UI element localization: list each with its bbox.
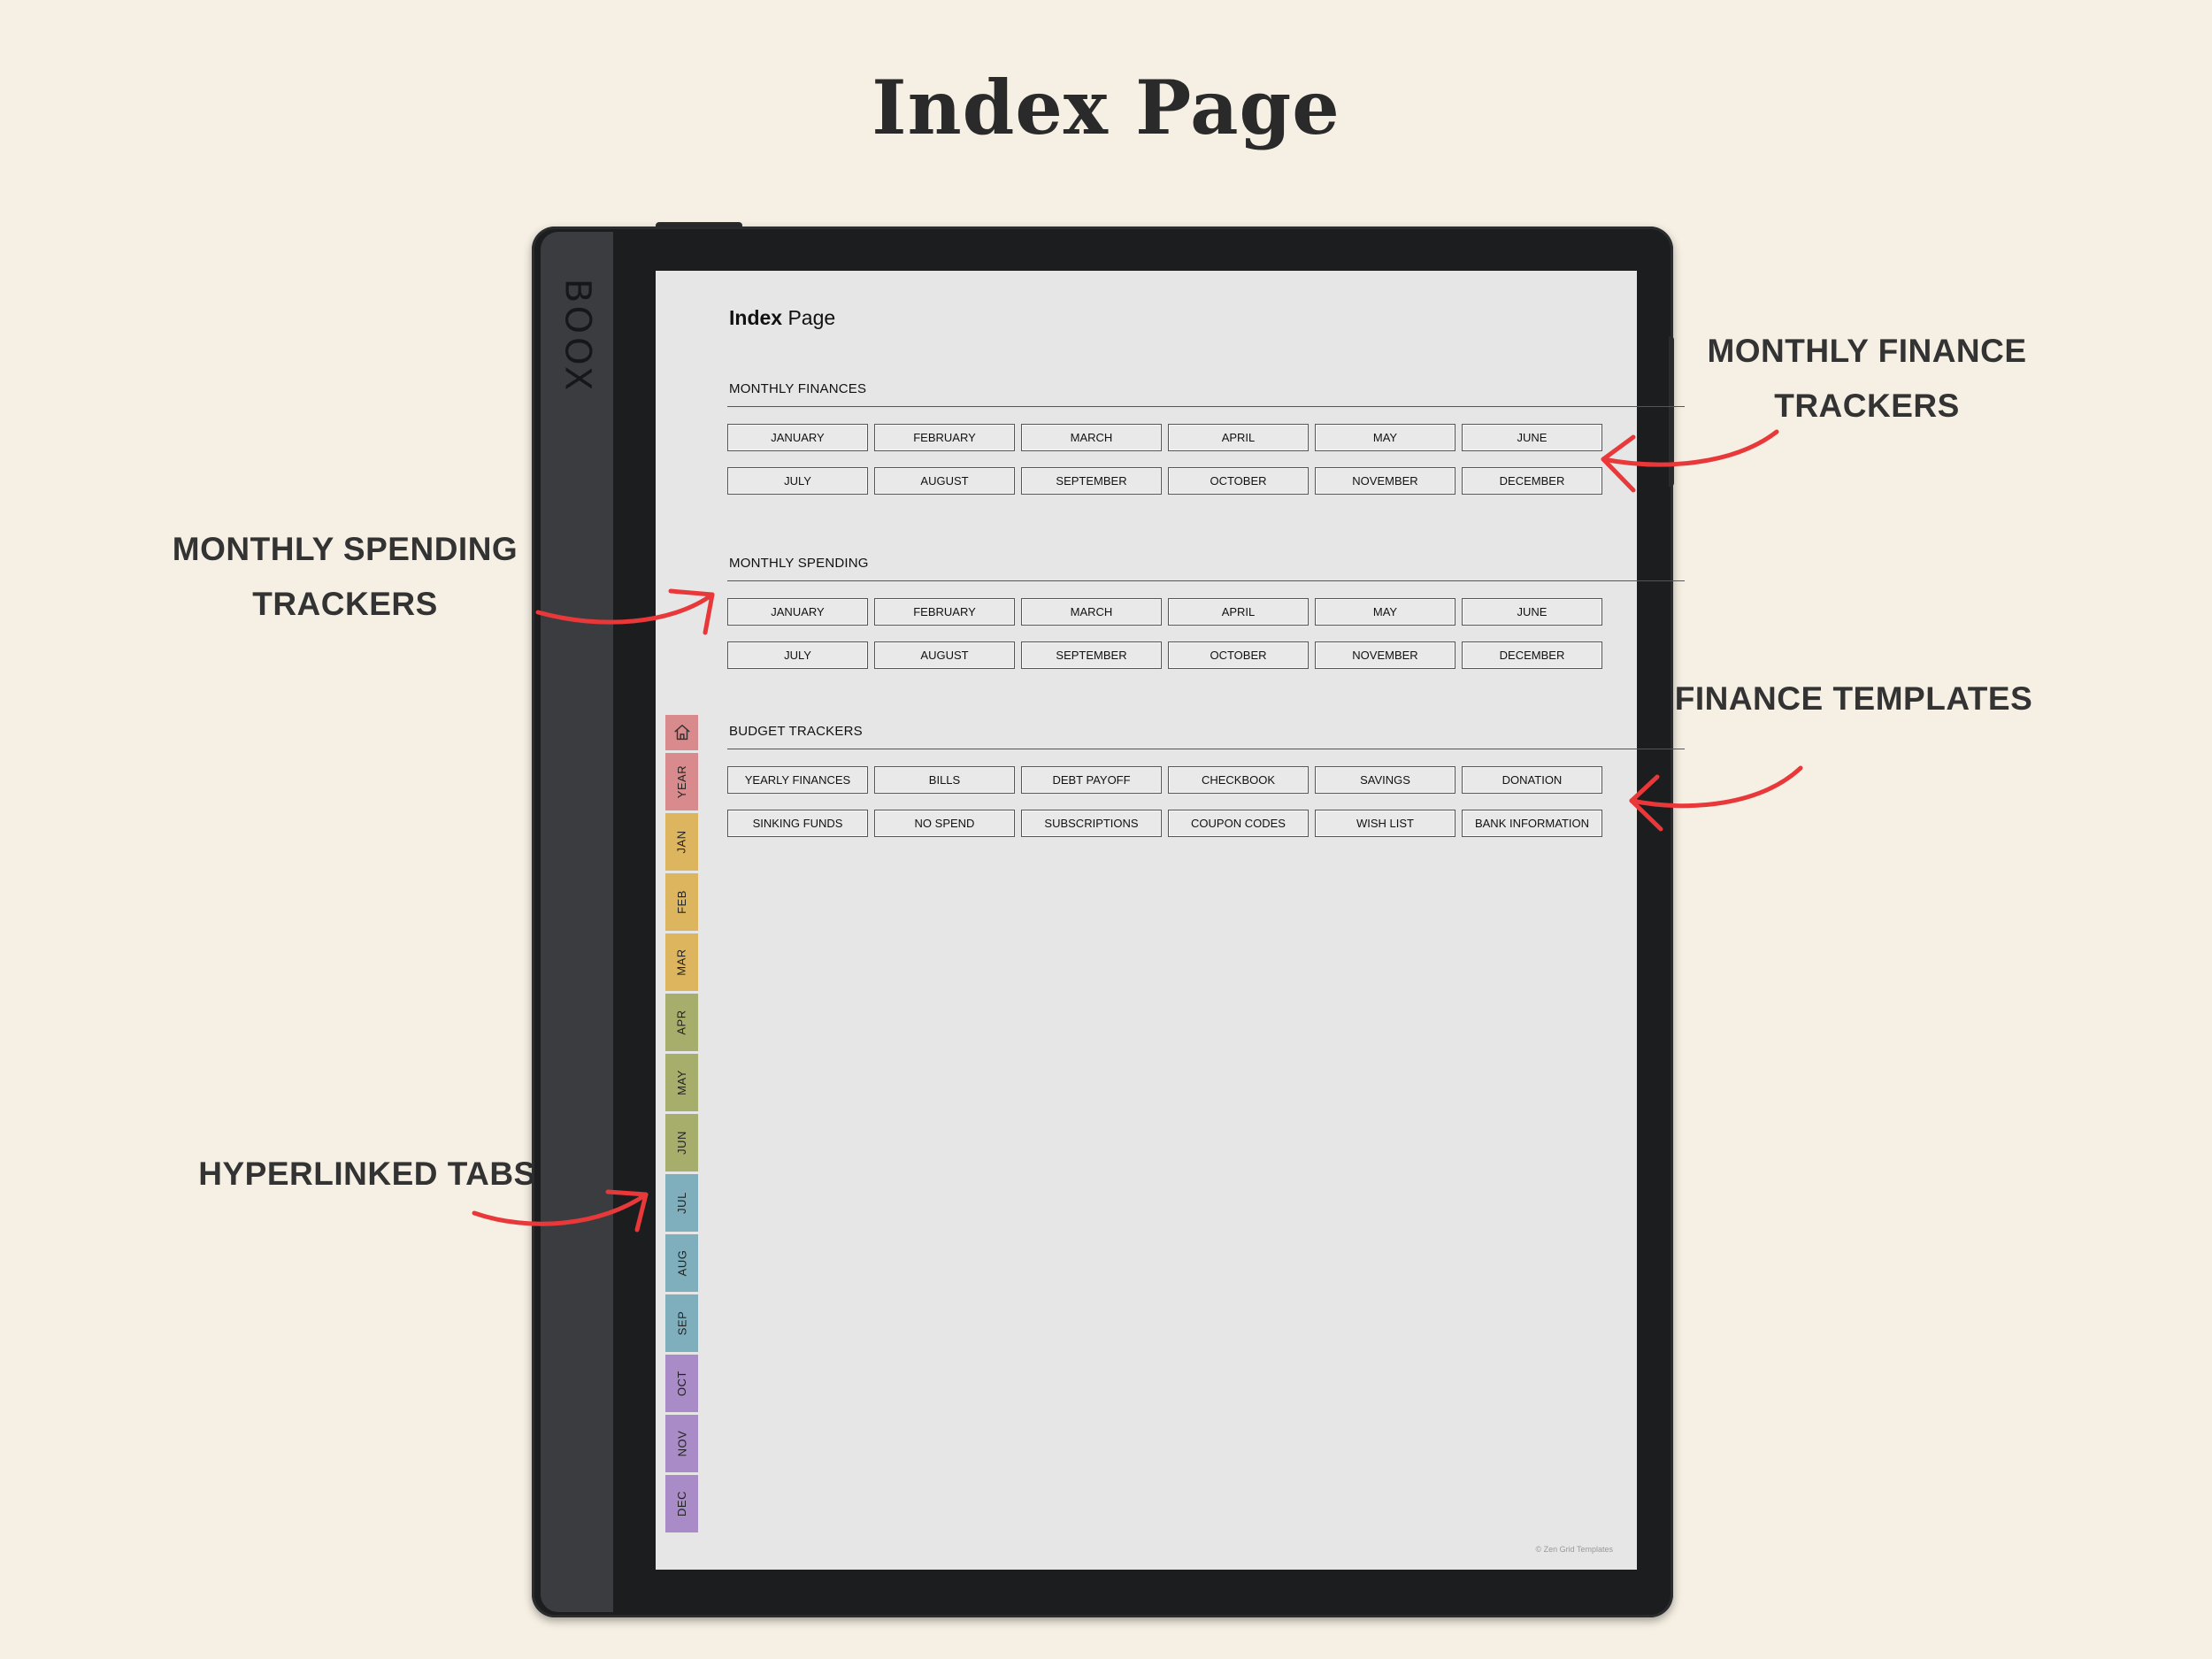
annotation-arrows: [472, 429, 1803, 1233]
arrow-hyperlinked-tabs: [472, 1192, 649, 1226]
arrow-monthly-spending: [535, 592, 715, 625]
arrow-finance-templates: [1629, 765, 1803, 809]
arrow-monthly-finance: [1601, 429, 1779, 467]
